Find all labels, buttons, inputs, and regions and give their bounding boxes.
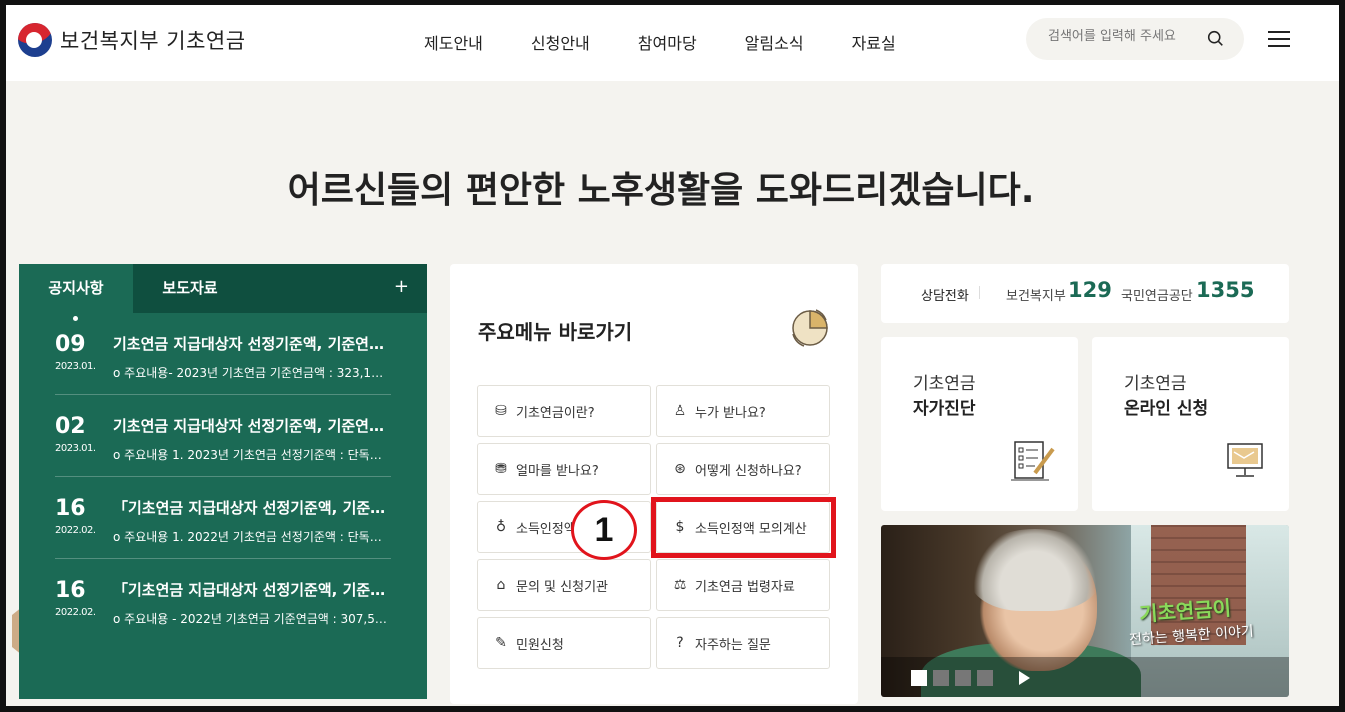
slide-dot-2[interactable] xyxy=(933,670,949,686)
notice-title[interactable]: 기초연금 지급대상자 선정기준액, 기준연금액... xyxy=(113,415,389,436)
notice-panel: 공지사항 보도자료 + 09 2023.01. 기초연금 지급대상자 선정기준액… xyxy=(19,264,427,699)
hamburger-menu-icon[interactable] xyxy=(1268,31,1290,47)
notice-date: 09 2023.01. xyxy=(55,332,96,373)
slide-dot-4[interactable] xyxy=(977,670,993,686)
online-application-card[interactable]: 기초연금 온라인 신청 xyxy=(1092,337,1289,511)
search-input[interactable] xyxy=(1048,29,1198,44)
contact-label: 상담전화 xyxy=(921,289,969,304)
notice-date: 02 2023.01. xyxy=(55,414,96,455)
nav-item-apply[interactable]: 신청안내 xyxy=(531,30,590,54)
notice-more-button[interactable]: + xyxy=(394,276,409,297)
divider xyxy=(979,286,980,299)
quick-item-what-is[interactable]: ⛁ 기초연금이란? xyxy=(477,385,651,437)
hero-emphasis: 편안한 노후생활 xyxy=(465,170,711,211)
notice-title[interactable]: 「기초연금 지급대상자 선정기준액, 기준연금... xyxy=(113,497,389,518)
person-icon: ♙ xyxy=(673,403,687,419)
taegeuk-logo-icon xyxy=(18,23,52,57)
quick-menu-panel: 주요메뉴 바로가기 ⛁ 기초연금이란? ♙ 누가 받나요? ⛃ 얼마를 받나요? ⊛ 어… xyxy=(450,264,858,704)
logo-text: 보건복지부 기초연금 xyxy=(60,29,246,53)
notice-item[interactable]: 16 2022.02. 「기초연금 지급대상자 선정기준액, 기준연금... o… xyxy=(55,559,391,641)
contact-org-nps: 국민연금공단 xyxy=(1121,289,1193,304)
tab-press[interactable]: 보도자료 xyxy=(133,264,247,313)
search-icon[interactable] xyxy=(1207,30,1224,47)
pie-chart-icon xyxy=(792,309,828,347)
slide-controls xyxy=(881,657,1289,697)
coin-stack-icon: ⛃ xyxy=(495,461,507,477)
annotation-highlight-box xyxy=(651,497,836,558)
notice-date: 16 2022.02. xyxy=(55,578,96,619)
quick-item-how-apply[interactable]: ⊛ 어떻게 신청하나요? xyxy=(656,443,830,495)
notice-item[interactable]: 09 2023.01. 기초연금 지급대상자 선정기준액, 기준연금액... o… xyxy=(55,313,391,395)
main-content: 어르신들의 편안한 노후생활을 도와드리겠습니다. 공지사항 보도자료 + 09… xyxy=(6,81,1339,706)
nav-item-system[interactable]: 제도안내 xyxy=(424,30,483,54)
checklist-icon xyxy=(1011,441,1055,481)
gavel-icon: ⚖ xyxy=(673,577,687,593)
notice-item[interactable]: 02 2023.01. 기초연금 지급대상자 선정기준액, 기준연금액... o… xyxy=(55,395,391,477)
hero-headline: 어르신들의 편안한 노후생활을 도와드리겠습니다. xyxy=(287,170,1035,211)
site-logo[interactable]: 보건복지부 기초연금 xyxy=(18,23,246,57)
contact-org-mohw: 보건복지부 xyxy=(1006,289,1066,304)
computer-icon xyxy=(1227,443,1263,477)
notice-title[interactable]: 기초연금 지급대상자 선정기준액, 기준연금액... xyxy=(113,333,389,354)
notice-date: 16 2022.02. xyxy=(55,496,96,537)
notice-list: 09 2023.01. 기초연금 지급대상자 선정기준액, 기준연금액... o… xyxy=(19,313,427,641)
slide-dot-3[interactable] xyxy=(955,670,971,686)
quick-menu-title: 주요메뉴 바로가기 xyxy=(478,320,633,344)
quick-item-faq[interactable]: ? 자주하는 질문 xyxy=(656,617,830,669)
promo-video[interactable]: 기초연금이 전하는 행복한 이야기 xyxy=(881,525,1289,697)
nav-item-archive[interactable]: 자료실 xyxy=(852,30,896,54)
main-nav: 제도안내 신청안내 참여마당 알림소식 자료실 xyxy=(424,30,944,54)
quick-item-how-much[interactable]: ⛃ 얼마를 받나요? xyxy=(477,443,651,495)
quick-item-who[interactable]: ♙ 누가 받나요? xyxy=(656,385,830,437)
site-header: 보건복지부 기초연금 제도안내 신청안내 참여마당 알림소식 자료실 xyxy=(6,5,1339,81)
nav-item-participation[interactable]: 참여마당 xyxy=(638,30,697,54)
play-icon[interactable] xyxy=(1019,671,1030,685)
notice-desc: o 주요내용 - 2022년 기초연금 기준연금액 : 307,500원 xyxy=(113,612,389,626)
notice-title[interactable]: 「기초연금 지급대상자 선정기준액, 기준연금... xyxy=(113,579,389,600)
annotation-step-badge: 1 xyxy=(571,500,637,560)
magnifier-coin-icon: ⊛ xyxy=(674,461,686,477)
notice-desc: o 주요내용 1. 2022년 기초연금 선정기준액 : 단독가구 ... xyxy=(113,530,389,544)
contact-bar: 상담전화 보건복지부 129 국민연금공단 1355 xyxy=(881,264,1289,323)
quick-item-inquiry-office[interactable]: ⌂ 문의 및 신청기관 xyxy=(477,559,651,611)
contact-number-mohw[interactable]: 129 xyxy=(1068,278,1112,302)
chat-question-icon: ? xyxy=(676,635,684,651)
notice-item[interactable]: 16 2022.02. 「기초연금 지급대상자 선정기준액, 기준연금... o… xyxy=(55,477,391,559)
tab-notices[interactable]: 공지사항 xyxy=(19,264,133,321)
nav-item-news[interactable]: 알림소식 xyxy=(745,30,804,54)
coins-growth-icon: ⛁ xyxy=(495,403,507,419)
notice-desc: o 주요내용 1. 2023년 기초연금 선정기준액 : 단독가구 ... xyxy=(113,448,389,462)
notice-tabs: 공지사항 보도자료 + xyxy=(19,264,427,321)
quick-item-civil-petition[interactable]: ✎ 민원신청 xyxy=(477,617,651,669)
institution-icon: ⌂ xyxy=(496,577,506,593)
quick-item-law[interactable]: ⚖ 기초연금 법령자료 xyxy=(656,559,830,611)
contact-number-nps[interactable]: 1355 xyxy=(1196,278,1254,302)
self-diagnosis-card[interactable]: 기초연금 자가진단 xyxy=(881,337,1078,511)
pen-icon: ✎ xyxy=(495,635,507,651)
notice-desc: o 주요내용- 2023년 기초연금 기준연금액 : 323,180원 xyxy=(113,366,389,380)
search-box xyxy=(1026,18,1244,60)
slide-dot-1[interactable] xyxy=(911,670,927,686)
piggy-bank-icon: ♁ xyxy=(495,519,507,535)
